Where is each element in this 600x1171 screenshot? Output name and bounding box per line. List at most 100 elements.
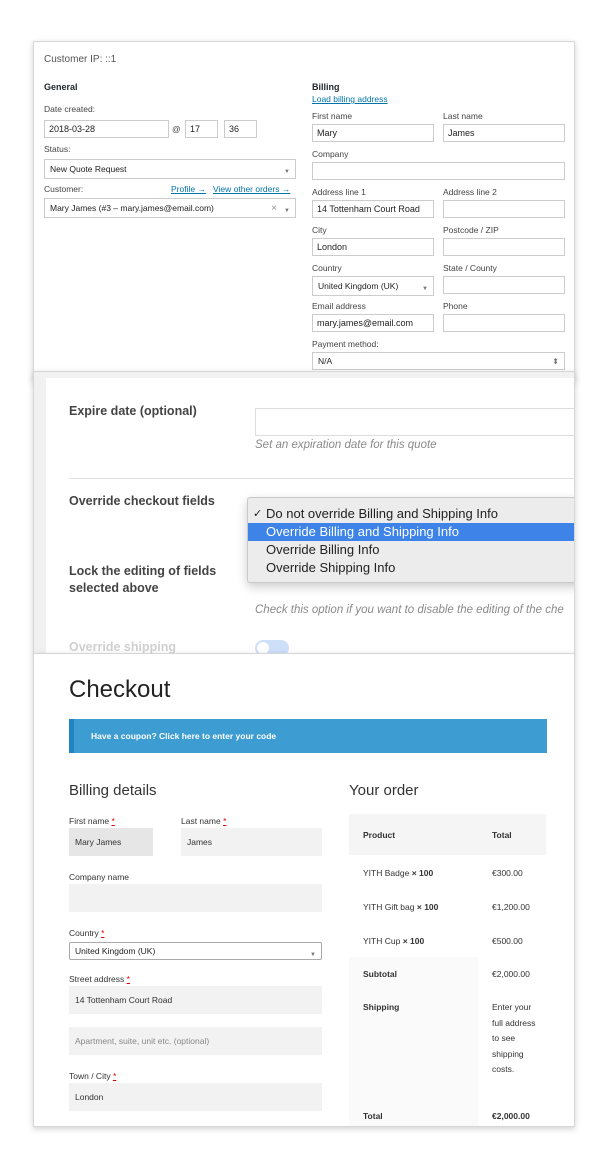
- billing-country-select[interactable]: United Kingdom (UK) ▼: [312, 276, 434, 296]
- last-name-field[interactable]: James: [181, 828, 322, 856]
- your-order-title: Your order: [349, 782, 419, 799]
- date-created-label: Date created:: [44, 104, 96, 114]
- payment-method-select[interactable]: N/A ⬍: [312, 352, 565, 370]
- billing-company-input[interactable]: [312, 162, 565, 180]
- chevron-down-icon: ▼: [422, 286, 428, 292]
- checkmark-icon: ✓: [253, 508, 263, 520]
- dropdown-option-label: Override Billing Info: [266, 542, 380, 557]
- billing-state-label: State / County: [443, 263, 497, 273]
- billing-email-input[interactable]: mary.james@email.com: [312, 314, 434, 332]
- coupon-banner[interactable]: Have a coupon? Click here to enter your …: [69, 719, 547, 753]
- customer-label: Customer:: [44, 184, 84, 194]
- country-select[interactable]: United Kingdom (UK) ▼: [69, 942, 322, 960]
- payment-method-label: Payment method:: [312, 339, 379, 349]
- billing-phone-input[interactable]: [443, 314, 565, 332]
- last-name-label: Last name *: [181, 816, 227, 826]
- chevron-down-icon: ▼: [284, 169, 290, 175]
- divider: [69, 478, 574, 479]
- status-label: Status:: [44, 144, 71, 154]
- total-value: €2,000.00: [492, 1111, 530, 1121]
- chevron-down-icon: ▼: [310, 952, 316, 958]
- expire-date-help: Set an expiration date for this quote: [255, 439, 437, 451]
- dropdown-option-label: Override Billing and Shipping Info: [266, 524, 459, 539]
- profile-link[interactable]: Profile →: [171, 184, 206, 194]
- shipping-label: Shipping: [363, 1002, 400, 1012]
- country-label: Country *: [69, 928, 105, 938]
- customer-ip: Customer IP: ::1: [44, 54, 117, 65]
- order-item-total: €1,200.00: [492, 902, 530, 912]
- company-name-label: Company name: [69, 872, 130, 882]
- status-select[interactable]: New Quote Request ▼: [44, 159, 296, 179]
- status-value: New Quote Request: [50, 164, 127, 174]
- dropdown-option-label: Override Shipping Info: [266, 560, 396, 575]
- subtotal-label: Subtotal: [363, 969, 397, 979]
- expire-date-input[interactable]: [255, 408, 574, 436]
- order-details-box: Customer IP: ::1 General Date created: 2…: [38, 48, 570, 380]
- apartment-field[interactable]: Apartment, suite, unit etc. (optional): [69, 1027, 322, 1055]
- order-item-name: YITH Gift bag × 100: [363, 902, 439, 912]
- first-name-label: First name *: [69, 816, 115, 826]
- dropdown-option[interactable]: Override Billing Info: [248, 541, 574, 559]
- billing-postcode-label: Postcode / ZIP: [443, 225, 499, 235]
- lock-editing-label: Lock the editing of fields selected abov…: [69, 564, 217, 595]
- billing-email-label: Email address: [312, 301, 366, 311]
- dropdown-option[interactable]: ✓ Do not override Billing and Shipping I…: [248, 505, 574, 523]
- settings-sheet: Expire date (optional) Set an expiration…: [46, 378, 574, 653]
- town-city-label: Town / City *: [69, 1071, 117, 1081]
- billing-postcode-input[interactable]: [443, 238, 565, 256]
- expire-date-label: Expire date (optional): [69, 404, 197, 418]
- billing-company-label: Company: [312, 149, 349, 159]
- total-label: Total: [363, 1111, 383, 1121]
- updown-arrows-icon: ⬍: [552, 357, 559, 366]
- minute-input[interactable]: 36: [224, 120, 257, 138]
- page-title: Checkout: [69, 676, 171, 703]
- total-column-header: Total: [492, 830, 512, 840]
- checkout-panel: Checkout Have a coupon? Click here to en…: [33, 653, 575, 1127]
- street-address-label: Street address *: [69, 974, 130, 984]
- dropdown-option-label: Do not override Billing and Shipping Inf…: [266, 506, 498, 521]
- view-other-orders-link[interactable]: View other orders →: [213, 184, 290, 194]
- order-item-total: €500.00: [492, 936, 523, 946]
- billing-address2-label: Address line 2: [443, 187, 497, 197]
- billing-last-name-input[interactable]: James: [443, 124, 565, 142]
- general-heading: General: [44, 82, 78, 92]
- dropdown-option-highlighted[interactable]: Override Billing and Shipping Info: [248, 523, 574, 541]
- lock-editing-help: Check this option if you want to disable…: [255, 604, 564, 616]
- first-name-field[interactable]: Mary James: [69, 828, 153, 856]
- product-column-header: Product: [363, 830, 396, 840]
- override-shipping-toggle[interactable]: [255, 640, 289, 653]
- date-created-input[interactable]: 2018-03-28: [44, 120, 169, 138]
- billing-country-value: United Kingdom (UK): [318, 281, 399, 291]
- country-value: United Kingdom (UK): [75, 946, 156, 956]
- town-city-field[interactable]: London: [69, 1083, 322, 1111]
- order-item-name: YITH Badge × 100: [363, 868, 434, 878]
- billing-address2-input[interactable]: [443, 200, 565, 218]
- billing-last-name-label: Last name: [443, 111, 483, 121]
- override-shipping-label: Override shipping: [69, 640, 176, 654]
- billing-first-name-input[interactable]: Mary: [312, 124, 434, 142]
- company-name-field[interactable]: [69, 884, 322, 912]
- billing-address1-input[interactable]: 14 Tottenham Court Road: [312, 200, 434, 218]
- customer-select[interactable]: Mary James (#3 – mary.james@email.com) ×…: [44, 198, 296, 218]
- load-billing-address-link[interactable]: Load billing address: [312, 94, 388, 104]
- admin-order-panel: Customer IP: ::1 General Date created: 2…: [33, 41, 575, 381]
- street-address-field[interactable]: 14 Tottenham Court Road: [69, 986, 322, 1014]
- billing-state-input[interactable]: [443, 276, 565, 294]
- billing-country-label: Country: [312, 263, 342, 273]
- hour-input[interactable]: 17: [185, 120, 218, 138]
- billing-first-name-label: First name: [312, 111, 353, 121]
- order-item-total: €300.00: [492, 868, 523, 878]
- override-fields-dropdown[interactable]: ✓ Do not override Billing and Shipping I…: [247, 497, 574, 583]
- shipping-note: Enter your full address to see shipping …: [492, 1002, 536, 1074]
- billing-city-input[interactable]: London: [312, 238, 434, 256]
- quote-settings-panel: Expire date (optional) Set an expiration…: [33, 371, 575, 654]
- chevron-down-icon: ▼: [284, 208, 290, 214]
- clear-icon[interactable]: ×: [271, 202, 277, 215]
- order-item-name: YITH Cup × 100: [363, 936, 425, 946]
- payment-method-value: N/A: [318, 356, 333, 366]
- dropdown-option[interactable]: Override Shipping Info: [248, 559, 574, 577]
- customer-value: Mary James (#3 – mary.james@email.com): [50, 203, 214, 213]
- billing-phone-label: Phone: [443, 301, 468, 311]
- billing-address1-label: Address line 1: [312, 187, 366, 197]
- override-checkout-label: Override checkout fields: [69, 494, 215, 508]
